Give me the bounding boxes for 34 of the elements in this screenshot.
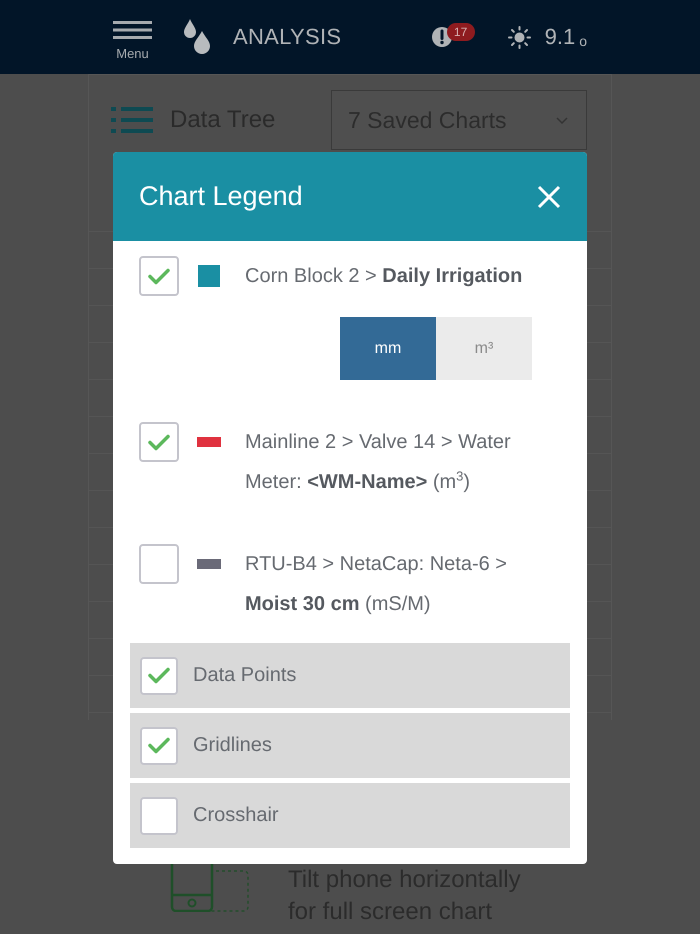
option-label: Data Points xyxy=(193,664,296,687)
close-icon xyxy=(537,184,561,208)
series-label: Corn Block 2 > Daily Irrigation xyxy=(245,264,522,289)
unit-button[interactable]: m³ xyxy=(436,317,532,380)
checkbox[interactable] xyxy=(140,726,178,764)
option-row[interactable]: Crosshair xyxy=(130,783,570,848)
checkbox[interactable] xyxy=(140,656,178,694)
menu-icon xyxy=(113,21,152,39)
page-title: ANALYSIS xyxy=(233,24,342,50)
menu-button[interactable]: Menu xyxy=(113,21,152,61)
dialog-title: Chart Legend xyxy=(139,181,303,212)
checkmark-icon xyxy=(148,268,170,284)
series-label: RTU-B4 > NetaCap: Neta-6 > Moist 30 cm (mS/M) xyxy=(245,552,508,617)
option-label: Gridlines xyxy=(193,734,272,757)
chevron-down-icon xyxy=(556,116,568,124)
close-button[interactable] xyxy=(537,184,561,208)
alert-count-badge: 17 xyxy=(446,23,475,41)
checkmark-icon xyxy=(148,667,170,684)
unit-button[interactable]: mm xyxy=(340,317,436,380)
water-drops-icon xyxy=(183,19,211,55)
series-label: Mainline 2 > Valve 14 > Water Meter: <WM-Name> (m$^{3}$) xyxy=(245,430,512,495)
option-label: Crosshair xyxy=(193,804,279,827)
checkmark-icon xyxy=(148,737,170,754)
option-row[interactable]: Gridlines xyxy=(130,713,570,778)
option-row[interactable]: Data Points xyxy=(130,643,570,708)
list-icon xyxy=(111,107,153,133)
temperature-text: 9.1 xyxy=(544,24,576,50)
checkmark-icon xyxy=(148,434,170,450)
checkbox[interactable] xyxy=(139,544,179,584)
checkbox[interactable] xyxy=(139,256,179,296)
temperature-unit: o xyxy=(579,33,587,49)
sun-icon xyxy=(508,26,531,48)
checkbox[interactable] xyxy=(139,422,179,462)
checkbox[interactable] xyxy=(140,796,178,834)
